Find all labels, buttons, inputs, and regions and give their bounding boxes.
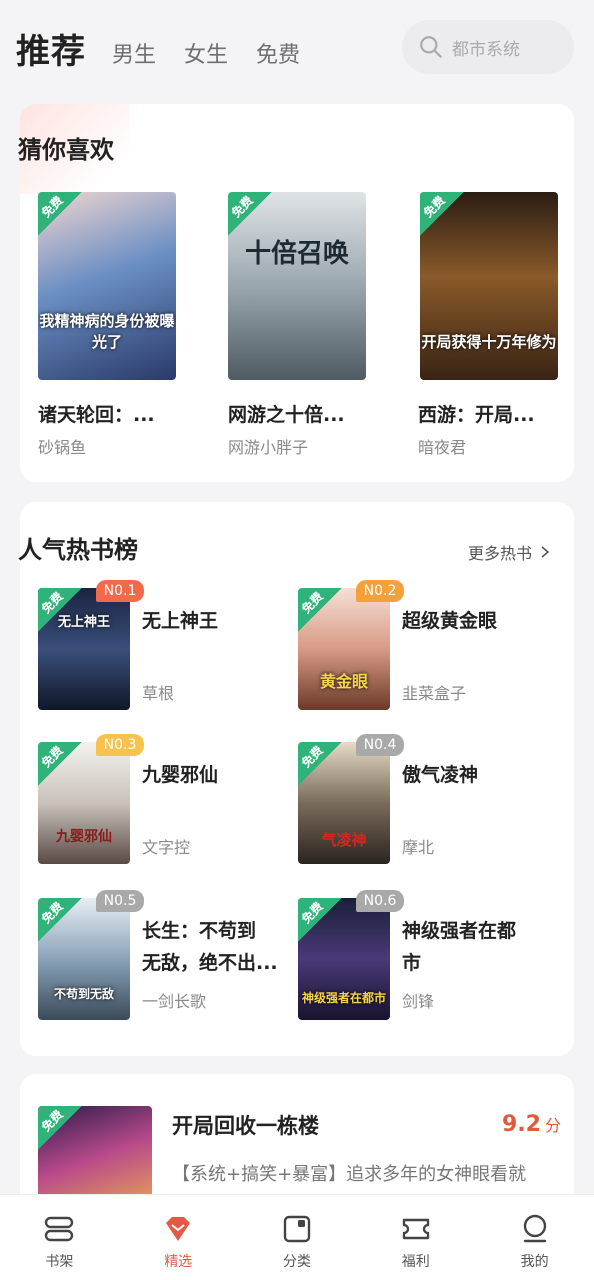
book-author: 草根 <box>142 684 175 703</box>
book-cover[interactable]: 免费 黄金眼 <box>298 588 390 710</box>
book-author: 网游小胖子 <box>228 438 309 457</box>
book-title[interactable]: 超级黄金眼 <box>402 606 497 633</box>
book-title[interactable]: 神级强者在都 <box>402 916 516 943</box>
bottom-nav: 书架 精选 分类 福利 我的 <box>0 1194 594 1280</box>
cover-title-art: 黄金眼 <box>319 672 368 691</box>
rank-badge: N0.5 <box>96 890 144 912</box>
nav-bookshelf[interactable]: 书架 <box>0 1195 119 1280</box>
score-unit: 分 <box>544 1116 561 1135</box>
book-cover[interactable]: 免费 不苟到无敌 <box>38 898 130 1020</box>
tab-female[interactable]: 女生 <box>184 37 228 69</box>
free-badge: 免费 <box>38 898 82 942</box>
bookshelf-icon <box>45 1216 74 1242</box>
featured-book-desc: 【系统+搞笑+暴富】追求多年的女神眼看就 <box>172 1164 527 1185</box>
cover-title-art: 不苟到无敌 <box>53 987 114 1001</box>
rank-badge: N0.2 <box>356 580 404 602</box>
free-badge: 免费 <box>228 192 272 236</box>
free-badge: 免费 <box>38 1106 82 1150</box>
rank-badge: N0.4 <box>356 734 404 756</box>
cover-title-art: 开局获得十万年修为 <box>421 333 557 351</box>
free-badge: 免费 <box>38 742 82 786</box>
book-cover[interactable]: 免费 气凌神 <box>298 742 390 864</box>
cover-title-art: 我精神病的身份被曝光了 <box>39 312 175 351</box>
popular-books-title: 人气热书榜 <box>18 536 138 564</box>
rank-badge: N0.3 <box>96 734 144 756</box>
book-author: 剑锋 <box>402 992 435 1011</box>
more-hot-books-label: 更多热书 <box>468 544 533 563</box>
book-title-line2[interactable]: 无敌，绝不出... <box>142 948 278 975</box>
free-badge: 免费 <box>298 898 342 942</box>
book-title[interactable]: 长生：不苟到 <box>142 916 256 943</box>
featured-book-title[interactable]: 开局回收一栋楼 <box>172 1110 319 1140</box>
book-title-line2[interactable]: 市 <box>402 948 421 975</box>
book-title[interactable]: 无上神王 <box>142 606 218 633</box>
cover-title-art: 气凌神 <box>321 831 367 849</box>
free-badge: 免费 <box>298 588 342 632</box>
book-cover[interactable]: 免费 九婴邪仙 <box>38 742 130 864</box>
cover-title-art: 无上神王 <box>57 615 110 630</box>
chevron-right-icon <box>541 546 550 558</box>
book-title[interactable]: 西游：开局... <box>418 400 535 427</box>
score-value: 9.2 <box>502 1112 541 1137</box>
profile-icon <box>523 1214 546 1243</box>
book-author: 摩北 <box>402 838 435 857</box>
book-author: 一剑长歌 <box>142 992 207 1011</box>
book-author: 砂锅鱼 <box>38 438 87 457</box>
book-cover[interactable]: 免费 无上神王 <box>38 588 130 710</box>
rank-badge: N0.1 <box>96 580 144 602</box>
category-icon <box>283 1215 311 1243</box>
book-title[interactable]: 网游之十倍... <box>228 400 345 427</box>
nav-label: 福利 <box>401 1254 430 1270</box>
ticket-icon <box>402 1218 429 1240</box>
search-icon <box>420 36 442 58</box>
book-cover[interactable]: 免费 神级强者在都市 <box>298 898 390 1020</box>
cover-title-art: 神级强者在都市 <box>301 991 386 1005</box>
book-score: 9.2 分 <box>502 1112 561 1137</box>
guess-you-like-title: 猜你喜欢 <box>18 136 114 164</box>
nav-featured[interactable]: 精选 <box>119 1195 238 1280</box>
search-bar[interactable]: 都市系统 <box>402 20 574 74</box>
book-cover[interactable]: 免费 我精神病的身份被曝光了 <box>38 192 176 380</box>
tab-recommend[interactable]: 推荐 <box>16 24 86 73</box>
book-title[interactable]: 诸天轮回：... <box>38 400 155 427</box>
search-placeholder: 都市系统 <box>452 39 520 60</box>
book-title[interactable]: 九婴邪仙 <box>142 760 218 787</box>
nav-label: 我的 <box>520 1254 549 1270</box>
book-title[interactable]: 傲气凌神 <box>402 760 478 787</box>
book-cover[interactable]: 免费 开局获得十万年修为 <box>420 192 558 380</box>
nav-label: 分类 <box>282 1254 311 1270</box>
free-badge: 免费 <box>420 192 464 236</box>
free-badge: 免费 <box>298 742 342 786</box>
free-badge: 免费 <box>38 192 82 236</box>
tab-free[interactable]: 免费 <box>256 37 300 69</box>
book-author: 暗夜君 <box>418 438 467 457</box>
rank-badge: N0.6 <box>356 890 404 912</box>
tab-male[interactable]: 男生 <box>112 37 156 69</box>
cover-title-art: 九婴邪仙 <box>56 829 112 845</box>
nav-label: 书架 <box>45 1254 74 1270</box>
book-author: 文字控 <box>142 838 191 857</box>
book-author: 韭菜盒子 <box>402 684 467 703</box>
book-cover[interactable]: 免费 十倍召唤 <box>228 192 366 380</box>
more-hot-books-link[interactable]: 更多热书 <box>468 540 552 564</box>
nav-label: 精选 <box>164 1254 193 1270</box>
nav-category[interactable]: 分类 <box>238 1195 357 1280</box>
nav-welfare[interactable]: 福利 <box>356 1195 475 1280</box>
diamond-icon <box>166 1217 191 1241</box>
cover-title-art: 十倍召唤 <box>244 239 349 269</box>
nav-profile[interactable]: 我的 <box>475 1195 594 1280</box>
